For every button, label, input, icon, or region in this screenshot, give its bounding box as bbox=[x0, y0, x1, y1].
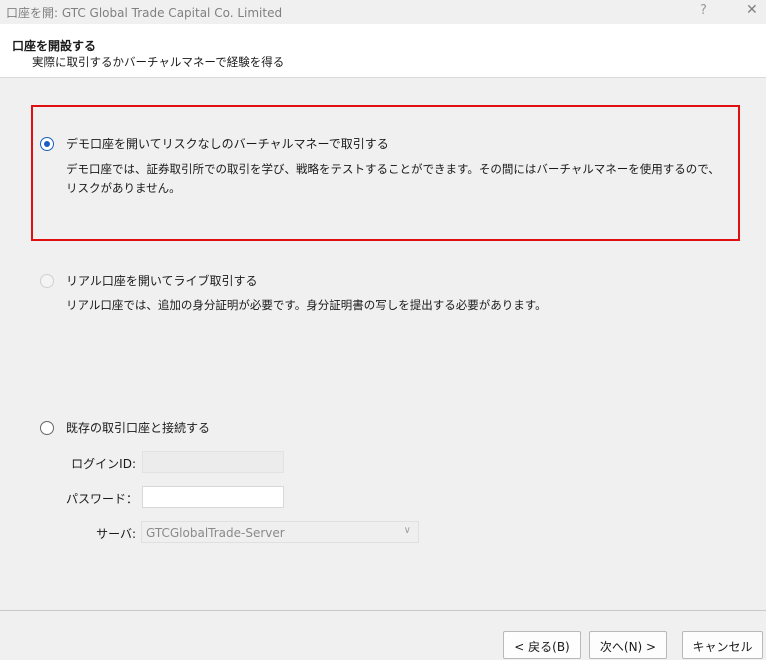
server-select-value: GTCGlobalTrade-Server bbox=[146, 526, 285, 540]
existing-account-label[interactable]: 既存の取引口座と接続する bbox=[66, 419, 210, 436]
window-title: 口座を開: GTC Global Trade Capital Co. Limit… bbox=[6, 6, 283, 20]
demo-account-label[interactable]: デモ口座を開いてリスクなしのバーチャルマネーで取引する bbox=[66, 135, 389, 152]
server-label: サーバ: bbox=[96, 527, 136, 541]
chevron-down-icon: ∨ bbox=[403, 525, 411, 536]
cancel-button[interactable]: キャンセル bbox=[682, 631, 763, 659]
existing-account-radio[interactable] bbox=[40, 421, 54, 435]
dialog-footer: < 戻る(B) 次へ(N) > キャンセル bbox=[0, 611, 766, 660]
demo-account-radio[interactable] bbox=[40, 137, 54, 151]
real-account-label[interactable]: リアル口座を開いてライブ取引する bbox=[66, 272, 258, 289]
password-input[interactable] bbox=[142, 486, 284, 508]
title-bar: 口座を開: GTC Global Trade Capital Co. Limit… bbox=[0, 0, 766, 24]
real-account-description: リアル口座では、追加の身分証明が必要です。身分証明書の写しを提出する必要がありま… bbox=[66, 298, 547, 312]
help-icon[interactable]: ? bbox=[700, 3, 707, 18]
page-title: 口座を開設する bbox=[12, 39, 97, 53]
real-account-radio[interactable] bbox=[40, 274, 54, 288]
login-id-input[interactable] bbox=[142, 451, 284, 473]
next-button[interactable]: 次へ(N) > bbox=[589, 631, 667, 659]
dialog-header: 口座を開設する 実際に取引するかバーチャルマネーで経験を得る bbox=[0, 24, 766, 78]
demo-account-description: デモ口座では、証券取引所での取引を学び、戦略をテストすることができます。その間に… bbox=[66, 162, 720, 195]
password-label: パスワード： bbox=[65, 492, 138, 506]
page-subtitle: 実際に取引するかバーチャルマネーで経験を得る bbox=[32, 55, 285, 69]
server-select[interactable]: GTCGlobalTrade-Server ∨ bbox=[141, 521, 419, 543]
back-button[interactable]: < 戻る(B) bbox=[503, 631, 581, 659]
login-id-label: ログインID: bbox=[71, 457, 136, 471]
close-icon[interactable]: ✕ bbox=[746, 2, 758, 18]
